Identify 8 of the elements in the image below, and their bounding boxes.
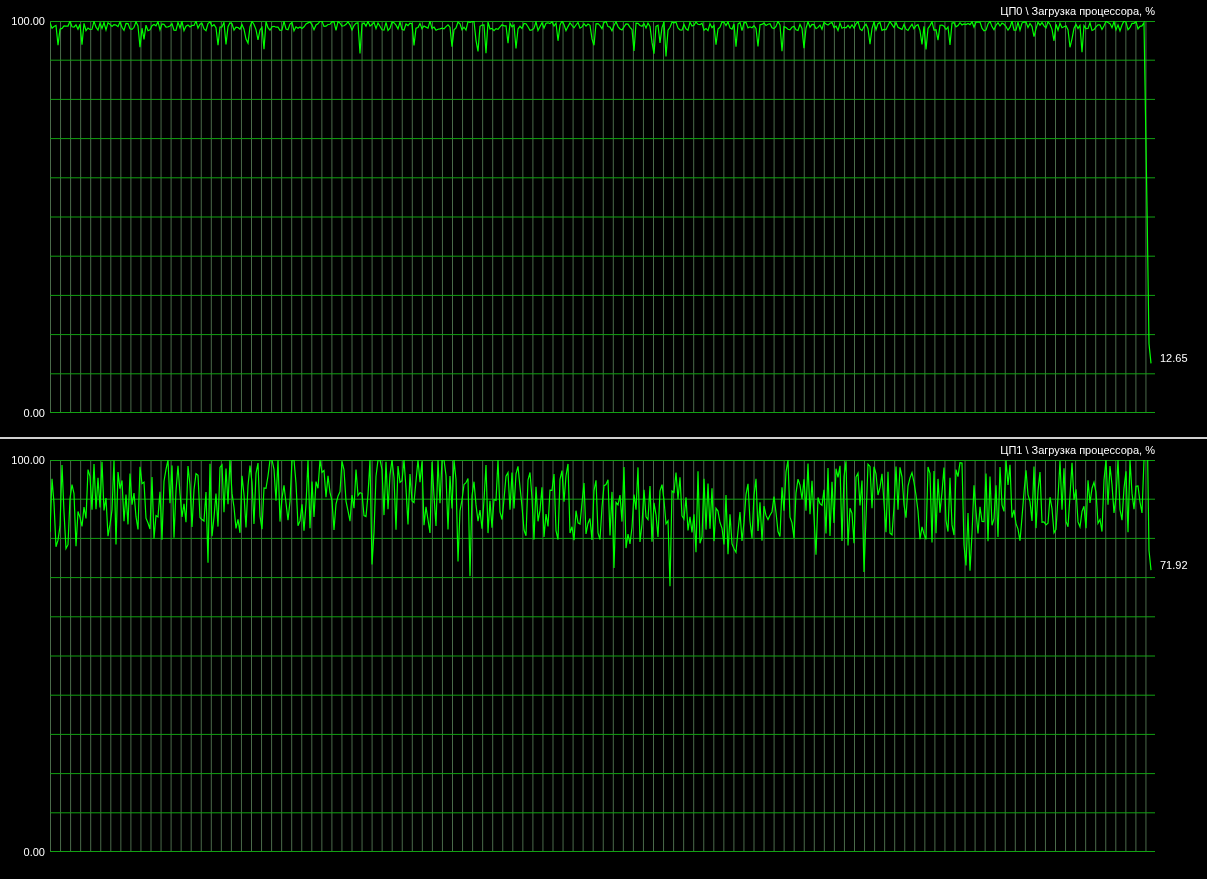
y-axis-min-label: 0.00 [23,845,45,859]
y-axis-min-label: 0.00 [23,406,45,420]
graph-title: ЦП1 \ Загрузка процессора, % [999,443,1155,456]
graph-title: ЦП0 \ Загрузка процессора, % [999,4,1155,17]
current-value-label: 12.65 [1160,351,1188,365]
current-value-label: 71.92 [1160,558,1188,572]
y-axis-max-label: 100.00 [11,14,45,28]
y-axis-max-label: 100.00 [11,453,45,467]
